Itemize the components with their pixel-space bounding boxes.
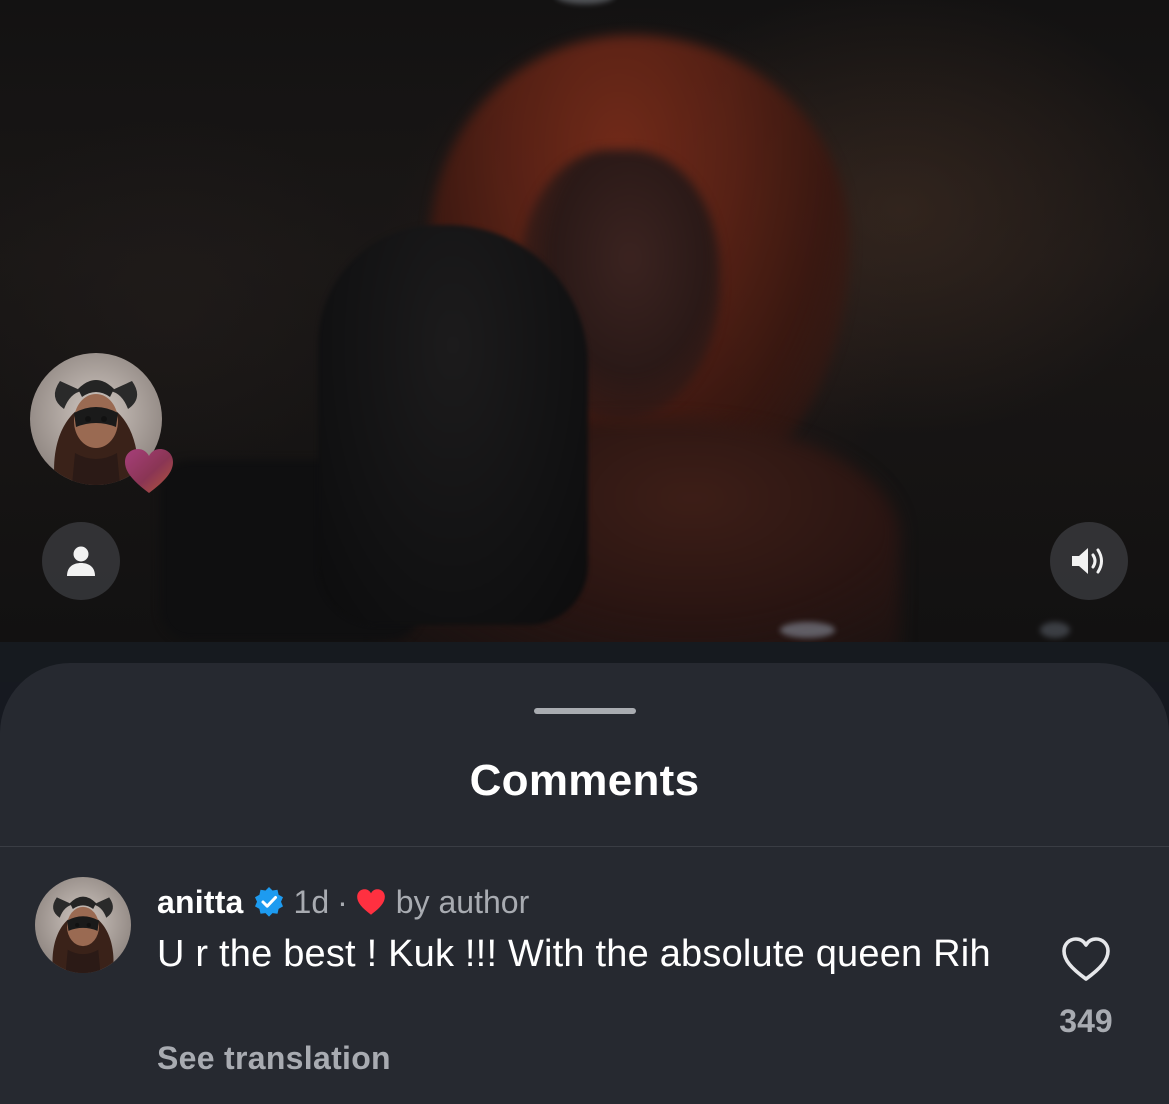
meta-separator: ·: [337, 883, 348, 920]
user-tags-button[interactable]: [42, 522, 120, 600]
like-count: 349: [1059, 1003, 1113, 1039]
verified-badge-icon: [254, 887, 283, 917]
comment-username[interactable]: anitta: [157, 884, 244, 921]
video-player[interactable]: [0, 0, 1169, 642]
reel-comments-screen: Comments anitta 1d · by author U r the b…: [0, 0, 1169, 1104]
speaker-icon: [1072, 548, 1103, 574]
person-icon: [67, 546, 95, 576]
comment-text: U r the best ! Kuk !!! With the absolute…: [157, 933, 991, 975]
red-heart-icon: [356, 889, 385, 915]
gradient-heart-icon: [125, 449, 173, 493]
comment-meta: anitta 1d · by author: [157, 880, 529, 924]
sheet-title: Comments: [469, 756, 700, 805]
heart-outline-icon[interactable]: [1060, 935, 1112, 983]
comments-sheet: Comments anitta 1d · by author U r the b…: [0, 663, 1169, 1104]
see-translation-link[interactable]: See translation: [157, 1040, 391, 1077]
comment-time: 1d: [293, 883, 330, 920]
video-scene-microphone: [318, 225, 588, 625]
sheet-drag-handle[interactable]: [534, 708, 636, 714]
video-light-glow: [555, 0, 615, 4]
divider: [0, 846, 1169, 847]
video-light-glow: [780, 622, 835, 638]
video-light-glow: [1040, 622, 1070, 638]
commenter-avatar[interactable]: [35, 877, 131, 973]
author-like-label: by author: [395, 883, 530, 920]
volume-button[interactable]: [1050, 522, 1128, 600]
